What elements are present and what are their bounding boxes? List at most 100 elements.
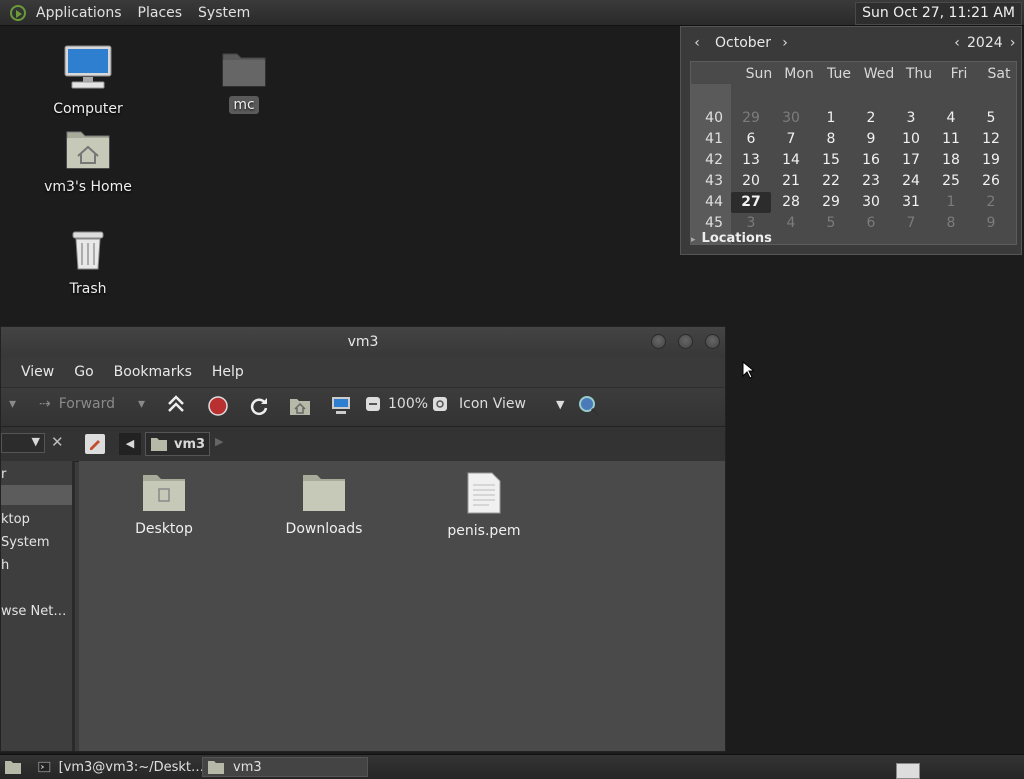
desktop-icon-trash[interactable]: Trash	[38, 228, 138, 298]
sidebar-item-selected[interactable]	[1, 485, 72, 505]
toggle-location-entry-button[interactable]	[85, 434, 105, 454]
calendar-day[interactable]: 29	[811, 192, 851, 213]
next-month-button[interactable]: ›	[777, 35, 793, 51]
calendar-day[interactable]: 16	[851, 150, 891, 171]
calendar-day[interactable]: 4	[771, 213, 811, 234]
stop-button[interactable]	[207, 395, 229, 417]
locations-expander[interactable]: Locations	[691, 231, 772, 246]
calendar-day[interactable]: 30	[771, 108, 811, 129]
show-desktop-button[interactable]	[4, 757, 22, 777]
applications-logo-icon[interactable]	[10, 4, 26, 21]
calendar-day[interactable]: 3	[891, 108, 931, 129]
calendar-day[interactable]: 8	[931, 213, 971, 234]
calendar-day[interactable]: 9	[971, 213, 1011, 234]
path-button-vm3[interactable]: vm3	[145, 432, 211, 456]
zoom-in-button[interactable]	[432, 396, 448, 412]
calendar-day[interactable]: 6	[731, 129, 771, 150]
home-folder-icon	[208, 761, 224, 774]
sidebar-item-network[interactable]: wse Net…	[1, 604, 66, 619]
desktop-icon-home[interactable]: vm3's Home	[38, 128, 138, 196]
up-button[interactable]	[166, 394, 186, 416]
back-dropdown-icon[interactable]: ▾	[9, 396, 16, 412]
calendar-day[interactable]: 5	[811, 213, 851, 234]
calendar-day[interactable]: 7	[891, 213, 931, 234]
calendar-day[interactable]: 19	[971, 150, 1011, 171]
file-item-downloads[interactable]: Downloads	[269, 471, 379, 537]
calendar-day[interactable]: 18	[931, 150, 971, 171]
next-year-button[interactable]: ›	[1005, 35, 1021, 51]
file-item-pem[interactable]: penis.pem	[429, 471, 539, 539]
sidebar-item[interactable]: r	[1, 467, 6, 482]
calendar-day[interactable]: 8	[811, 129, 851, 150]
menu-places[interactable]: Places	[130, 5, 191, 21]
maximize-button[interactable]	[678, 334, 693, 349]
calendar-day[interactable]: 10	[891, 129, 931, 150]
view-mode-select[interactable]: Icon View ▼	[459, 396, 564, 412]
sidebar-item-filesystem[interactable]: System	[1, 535, 49, 550]
sidebar-item-trash[interactable]: h	[1, 558, 9, 573]
minimize-button[interactable]	[651, 334, 666, 349]
forward-button[interactable]: ⇢ Forward	[39, 396, 115, 412]
menu-view[interactable]: View	[11, 364, 64, 380]
close-button[interactable]	[705, 334, 720, 349]
forward-label: Forward	[58, 396, 116, 412]
path-forward-arrow-icon[interactable]: ▶	[215, 435, 223, 448]
path-back-arrow-icon[interactable]: ◀	[119, 433, 141, 455]
folder-icon	[222, 53, 266, 87]
calendar-day[interactable]: 1	[931, 192, 971, 213]
calendar-day[interactable]: 24	[891, 171, 931, 192]
menu-go[interactable]: Go	[64, 364, 103, 380]
sidebar-item-desktop[interactable]: ktop	[1, 512, 30, 527]
computer-button[interactable]	[330, 395, 352, 417]
calendar-day[interactable]: 13	[731, 150, 771, 171]
menu-applications[interactable]: Applications	[28, 5, 130, 21]
calendar-day[interactable]: 1	[811, 108, 851, 129]
prev-month-button[interactable]: ‹	[689, 35, 705, 51]
calendar-day[interactable]: 2	[971, 192, 1011, 213]
zoom-level[interactable]: 100%	[388, 396, 428, 412]
task-file-manager[interactable]: vm3	[202, 757, 368, 777]
calendar-day[interactable]: 22	[811, 171, 851, 192]
calendar-day[interactable]: 6	[851, 213, 891, 234]
file-item-desktop[interactable]: Desktop	[109, 471, 219, 537]
clock-applet[interactable]: Sun Oct 27, 11:21 AM	[855, 2, 1022, 25]
search-button[interactable]	[577, 394, 601, 418]
calendar-day[interactable]: 25	[931, 171, 971, 192]
file-view[interactable]: Desktop Downloads penis.pem	[79, 461, 725, 751]
calendar-day[interactable]: 4	[931, 108, 971, 129]
calendar-day[interactable]: 14	[771, 150, 811, 171]
calendar-day[interactable]: 26	[971, 171, 1011, 192]
menu-help[interactable]: Help	[202, 364, 254, 380]
sidebar-select[interactable]: ▼	[1, 433, 45, 453]
reload-button[interactable]	[248, 395, 270, 417]
calendar-day[interactable]: 7	[771, 129, 811, 150]
calendar-day[interactable]: 31	[891, 192, 931, 213]
calendar-day[interactable]: 17	[891, 150, 931, 171]
path-label: vm3	[174, 436, 206, 452]
calendar-day[interactable]: 20	[731, 171, 771, 192]
calendar-day[interactable]: 9	[851, 129, 891, 150]
calendar-day-today[interactable]: 27	[731, 192, 771, 213]
window-titlebar[interactable]: vm3	[1, 327, 725, 357]
menu-system[interactable]: System	[190, 5, 258, 21]
home-button[interactable]	[289, 396, 311, 416]
calendar-day[interactable]: 21	[771, 171, 811, 192]
prev-year-button[interactable]: ‹	[949, 35, 965, 51]
forward-dropdown-icon[interactable]: ▾	[138, 396, 145, 412]
calendar-day[interactable]: 2	[851, 108, 891, 129]
zoom-out-button[interactable]	[365, 396, 381, 412]
calendar-day[interactable]: 15	[811, 150, 851, 171]
desktop-icon-computer[interactable]: Computer	[38, 44, 138, 118]
desktop-icon-mc[interactable]: mc	[194, 48, 294, 114]
workspace-switcher[interactable]	[896, 763, 920, 779]
calendar-day[interactable]: 30	[851, 192, 891, 213]
task-terminal[interactable]: [vm3@vm3:~/Deskt…	[34, 757, 204, 777]
calendar-day[interactable]: 23	[851, 171, 891, 192]
calendar-day[interactable]: 28	[771, 192, 811, 213]
calendar-day[interactable]: 11	[931, 129, 971, 150]
calendar-day[interactable]: 12	[971, 129, 1011, 150]
calendar-day[interactable]: 29	[731, 108, 771, 129]
calendar-day[interactable]: 5	[971, 108, 1011, 129]
menu-bookmarks[interactable]: Bookmarks	[104, 364, 202, 380]
close-sidebar-icon[interactable]: ✕	[51, 433, 64, 451]
